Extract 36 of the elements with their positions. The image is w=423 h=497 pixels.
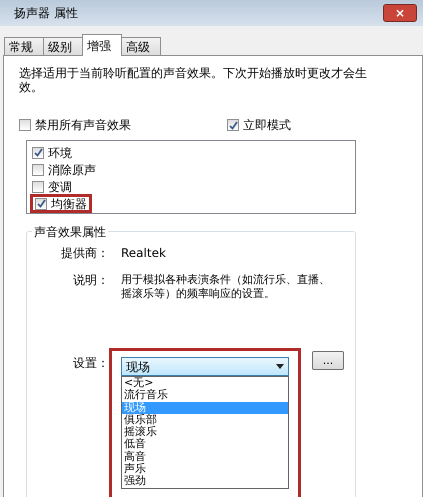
dropdown-option[interactable]: 低音: [122, 438, 288, 451]
tab[interactable]: 高级: [121, 37, 161, 55]
info-text: 用于模拟各种表演条件（如流行乐、直播、摇滚乐等）的频率响应的设置。: [121, 273, 331, 301]
effect-label: 消除原声: [48, 162, 96, 178]
provider-value: Realtek: [121, 246, 166, 260]
option-label: 立即模式: [243, 117, 291, 134]
setting-label: 设置：: [72, 355, 110, 372]
dropdown-option[interactable]: 摇滚乐: [122, 426, 288, 438]
dropdown-option[interactable]: 声乐: [122, 463, 288, 476]
dropdown-option[interactable]: <无>: [122, 377, 288, 390]
checkbox[interactable]: [32, 146, 44, 158]
effect-label: 环境: [48, 144, 72, 162]
dropdown-option[interactable]: 流行音乐: [122, 389, 288, 402]
setting-dropdown[interactable]: 现场: [121, 357, 289, 376]
provider-label: 提供商：: [60, 246, 110, 260]
dropdown-option[interactable]: 强劲: [122, 475, 288, 488]
tab[interactable]: 增强: [82, 34, 122, 56]
effect-label: 均衡器: [51, 196, 87, 212]
checkbox[interactable]: [32, 180, 44, 192]
tab[interactable]: 常规: [4, 37, 44, 55]
description-text: 选择适用于当前聆听配置的声音效果。下次开始播放时更改才会生效。: [19, 66, 368, 94]
caret-icon: [276, 364, 284, 369]
dropdown-option[interactable]: 俱乐部: [122, 414, 288, 426]
more-button[interactable]: ...: [312, 351, 344, 370]
dropdown-option[interactable]: 高音: [122, 450, 288, 464]
checkbox[interactable]: [227, 119, 239, 131]
group-title: 声音效果属性: [32, 223, 108, 241]
info-label: 说明：: [72, 273, 110, 289]
checkbox[interactable]: [32, 164, 44, 176]
tab[interactable]: 级别: [43, 37, 83, 55]
checkbox[interactable]: [19, 119, 31, 131]
effect-label: 变调: [48, 178, 72, 196]
checkbox[interactable]: [35, 198, 47, 210]
close-button[interactable]: ×: [383, 4, 417, 22]
window-title: 扬声器 属性: [14, 5, 78, 22]
option-label: 禁用所有声音效果: [35, 117, 131, 134]
